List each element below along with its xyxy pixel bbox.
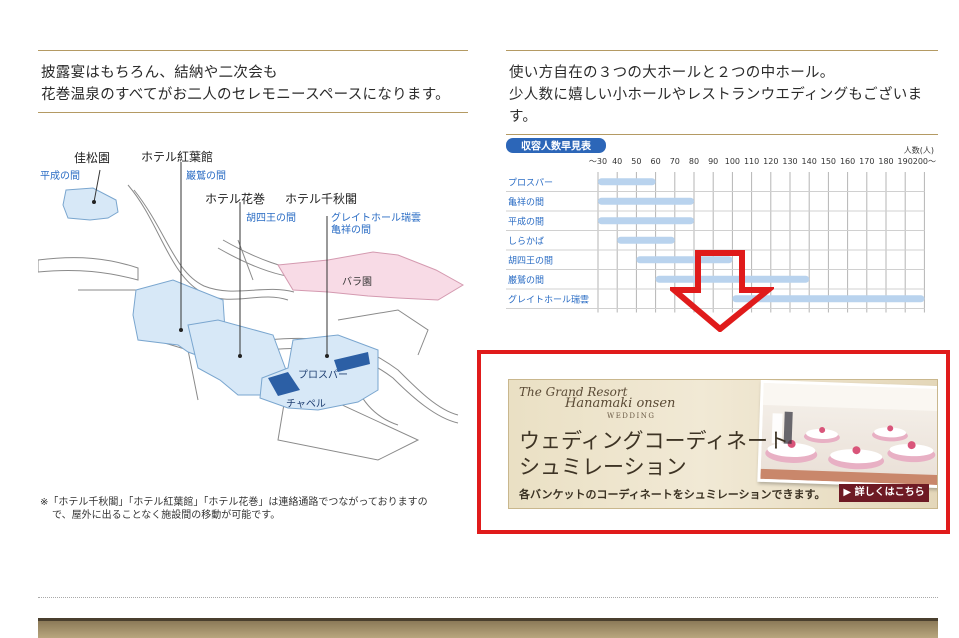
map-label-ganju: 巌鷲の間 (186, 171, 226, 182)
chart-tick-label: 180 (878, 157, 893, 166)
map-roads (37, 184, 459, 461)
map-label-bara: バラ園 (342, 277, 372, 288)
chart-tick-label: 200〜 (913, 157, 936, 166)
map-label-koyokan: ホテル紅葉館 (141, 150, 214, 164)
chart-tick-label: 110 (744, 157, 759, 166)
chart-tick-label: 130 (782, 157, 797, 166)
map-label-chapel: チャペル (286, 399, 326, 410)
heading-rule (38, 112, 468, 113)
chart-bar (617, 236, 675, 244)
chart-bar (598, 178, 656, 186)
brand-line3: WEDDING (607, 412, 656, 420)
section-divider (38, 597, 938, 598)
details-button[interactable]: ▶ 詳しくはこちら (839, 484, 929, 502)
chart-tick-label: 190 (898, 157, 913, 166)
map-label-hanamaki: ホテル花巻 (205, 192, 266, 206)
map-note: ※「ホテル千秋閣」「ホテル紅葉館」「ホテル花巻」は連絡通路でつながっておりますの… (40, 496, 470, 522)
map-label-senshukaku: ホテル千秋閣 (285, 192, 358, 206)
chart-tick-label: 100 (725, 157, 740, 166)
chart-ticks: 〜30 40 50 60 70 80 90 100 110 120 130 140 150 160 170 1… (589, 157, 936, 166)
chart-tick-label: 〜30 (589, 157, 607, 166)
chart-tick-label: 90 (708, 157, 718, 166)
left-heading: 披露宴はもちろん、結納や二次会も 花巻温泉のすべてがお二人のセレモニースペースに… (38, 50, 468, 113)
map-label-prospar: プロスパー (298, 370, 348, 381)
footer-band (38, 618, 938, 638)
chart-bar (598, 217, 694, 225)
chart-title: 収容人数早見表 (521, 140, 592, 153)
chart-tick-label: 120 (763, 157, 778, 166)
left-heading-line2: 花巻温泉のすべてがお二人のセレモニースペースになります。 (41, 87, 450, 103)
chart-row-label: 亀祥の間 (508, 196, 544, 208)
chart-tick-label: 150 (821, 157, 836, 166)
chart-tick-label: 40 (612, 157, 622, 166)
chart-tick-label: 170 (859, 157, 874, 166)
chart-row-label: プロスパー (508, 177, 553, 188)
map-label-kisho: 亀祥の間 (331, 225, 371, 236)
map-note-line2: で、屋外に出ることなく施設間の移動が可能です。 (52, 510, 281, 521)
kashoen-building (62, 187, 119, 221)
chart-bar (598, 197, 694, 205)
banner-title: ウェディングコーディネート シュミレーション (519, 429, 790, 479)
right-heading: 使い方自在の３つの大ホールと２つの中ホール。 少人数に嬉しい小ホールやレストラン… (506, 50, 938, 135)
chart-tick-label: 140 (802, 157, 817, 166)
map-note-line1: ※「ホテル千秋閣」「ホテル紅葉館」「ホテル花巻」は連絡通路でつながっておりますの (40, 497, 428, 508)
coordinate-simulation-banner[interactable]: The Grand Resort Hanamaki onsen WEDDING … (508, 379, 938, 509)
chart-tick-label: 160 (840, 157, 855, 166)
map-label-heisei: 平成の間 (40, 171, 80, 182)
chart-row-label: グレイトホール瑞雲 (508, 293, 589, 305)
chart-row-label: しらかば (508, 236, 544, 247)
down-arrow-icon (670, 250, 774, 332)
right-heading-line1: 使い方自在の３つの大ホールと２つの中ホール。 (509, 65, 835, 81)
chart-tick-label: 80 (689, 157, 699, 166)
chart-row-label: 胡四王の間 (508, 254, 553, 266)
chart-tick-label: 60 (651, 157, 661, 166)
left-heading-line1: 披露宴はもちろん、結納や二次会も (41, 65, 278, 81)
chart-tick-label: 70 (670, 157, 680, 166)
chart-row-label: 巌鷲の間 (508, 274, 544, 286)
map-label-kashoen: 佳松園 (74, 151, 111, 165)
brand-line2: Hanamaki onsen (565, 396, 676, 411)
chart-unit-label: 人数(人) (904, 145, 934, 155)
map-label-koshio: 胡四王の間 (246, 213, 296, 224)
chart-tick-label: 50 (631, 157, 641, 166)
chart-row-label: 平成の間 (508, 215, 544, 227)
right-heading-line2: 少人数に嬉しい小ホールやレストランウエディングもございます。 (509, 87, 923, 125)
facility-map: 佳松園 平成の間 ホテル紅葉館 巌鷲の間 ホテル花巻 ホテル千秋閣 胡四王の間 … (37, 140, 468, 470)
banner-description: 各バンケットのコーディネートをシュミレーションできます。 (519, 488, 826, 501)
